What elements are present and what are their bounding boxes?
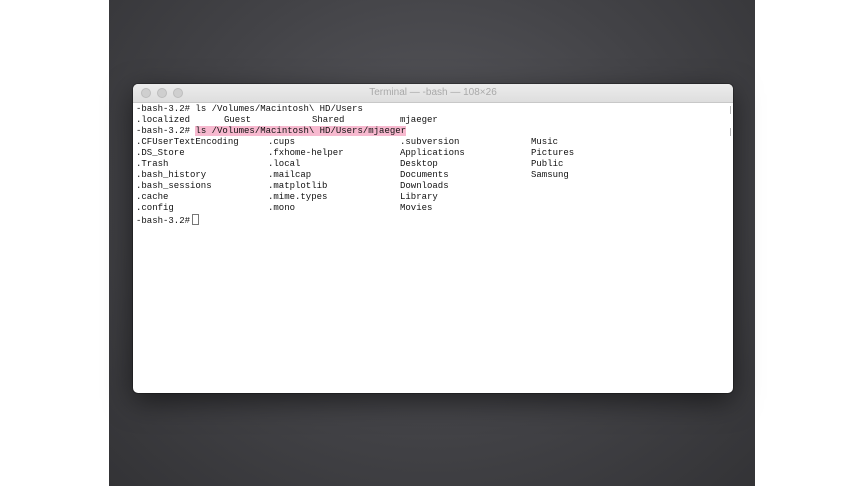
- list-item: Downloads: [400, 181, 449, 191]
- list-item: .fxhome-helper: [268, 148, 344, 158]
- active-prompt-line[interactable]: -bash-3.2#: [136, 214, 733, 226]
- list-item: Documents: [400, 170, 449, 180]
- list-item: Samsung: [531, 170, 569, 180]
- list-item: Library: [400, 192, 438, 202]
- prompt: -bash-3.2#: [136, 216, 191, 226]
- list-item: .bash_sessions: [136, 181, 212, 191]
- list-item: mjaeger: [400, 115, 438, 125]
- command-text: ls /Volumes/Macintosh\ HD/Users: [195, 104, 363, 114]
- listing-row: .bash_history .mailcap Documents Samsung: [136, 170, 733, 181]
- list-item: .local: [268, 159, 301, 169]
- list-item: .localized: [136, 115, 191, 125]
- listing-row: .cache .mime.types Library: [136, 192, 733, 203]
- command-line-highlighted: -bash-3.2# ls /Volumes/Macintosh\ HD/Use…: [136, 126, 733, 137]
- list-item: .matplotlib: [268, 181, 328, 191]
- list-item: .cups: [268, 137, 296, 147]
- list-item: .mailcap: [268, 170, 312, 180]
- window-title: Terminal — -bash — 108×26: [369, 87, 497, 98]
- list-item: Music: [531, 137, 559, 147]
- prompt: -bash-3.2#: [136, 126, 191, 136]
- title-bar[interactable]: Terminal — -bash — 108×26: [133, 84, 733, 103]
- list-item: .bash_history: [136, 170, 207, 180]
- list-item: Movies: [400, 203, 433, 213]
- list-item: .mime.types: [268, 192, 328, 202]
- list-item: .config: [136, 203, 174, 213]
- output-line-users: .localized Guest Shared mjaeger: [136, 115, 733, 126]
- list-item: Guest: [224, 115, 252, 125]
- list-item: Applications: [400, 148, 465, 158]
- list-item: Public: [531, 159, 564, 169]
- list-item: .mono: [268, 203, 296, 213]
- terminal-output[interactable]: -bash-3.2# ls /Volumes/Macintosh\ HD/Use…: [133, 103, 733, 226]
- text-cursor-icon: [192, 214, 200, 225]
- prompt: -bash-3.2#: [136, 104, 191, 114]
- terminal-window[interactable]: Terminal — -bash — 108×26 -bash-3.2# ls …: [133, 84, 733, 393]
- list-item: .Trash: [136, 159, 169, 169]
- list-item: .DS_Store: [136, 148, 185, 158]
- command-line: -bash-3.2# ls /Volumes/Macintosh\ HD/Use…: [136, 104, 733, 115]
- listing-row: .config .mono Movies: [136, 203, 733, 214]
- list-item: .CFUserTextEncoding: [136, 137, 239, 147]
- list-item: Shared: [312, 115, 345, 125]
- list-item: .subversion: [400, 137, 460, 147]
- listing-row: .CFUserTextEncoding .cups .subversion Mu…: [136, 137, 733, 148]
- listing-row: .bash_sessions .matplotlib Downloads: [136, 181, 733, 192]
- list-item: Pictures: [531, 148, 575, 158]
- listing-row: .Trash .local Desktop Public: [136, 159, 733, 170]
- list-item: .cache: [136, 192, 169, 202]
- list-item: Desktop: [400, 159, 438, 169]
- listing-row: .DS_Store .fxhome-helper Applications Pi…: [136, 148, 733, 159]
- highlighted-command-text: ls /Volumes/Macintosh\ HD/Users/mjaeger: [195, 126, 407, 136]
